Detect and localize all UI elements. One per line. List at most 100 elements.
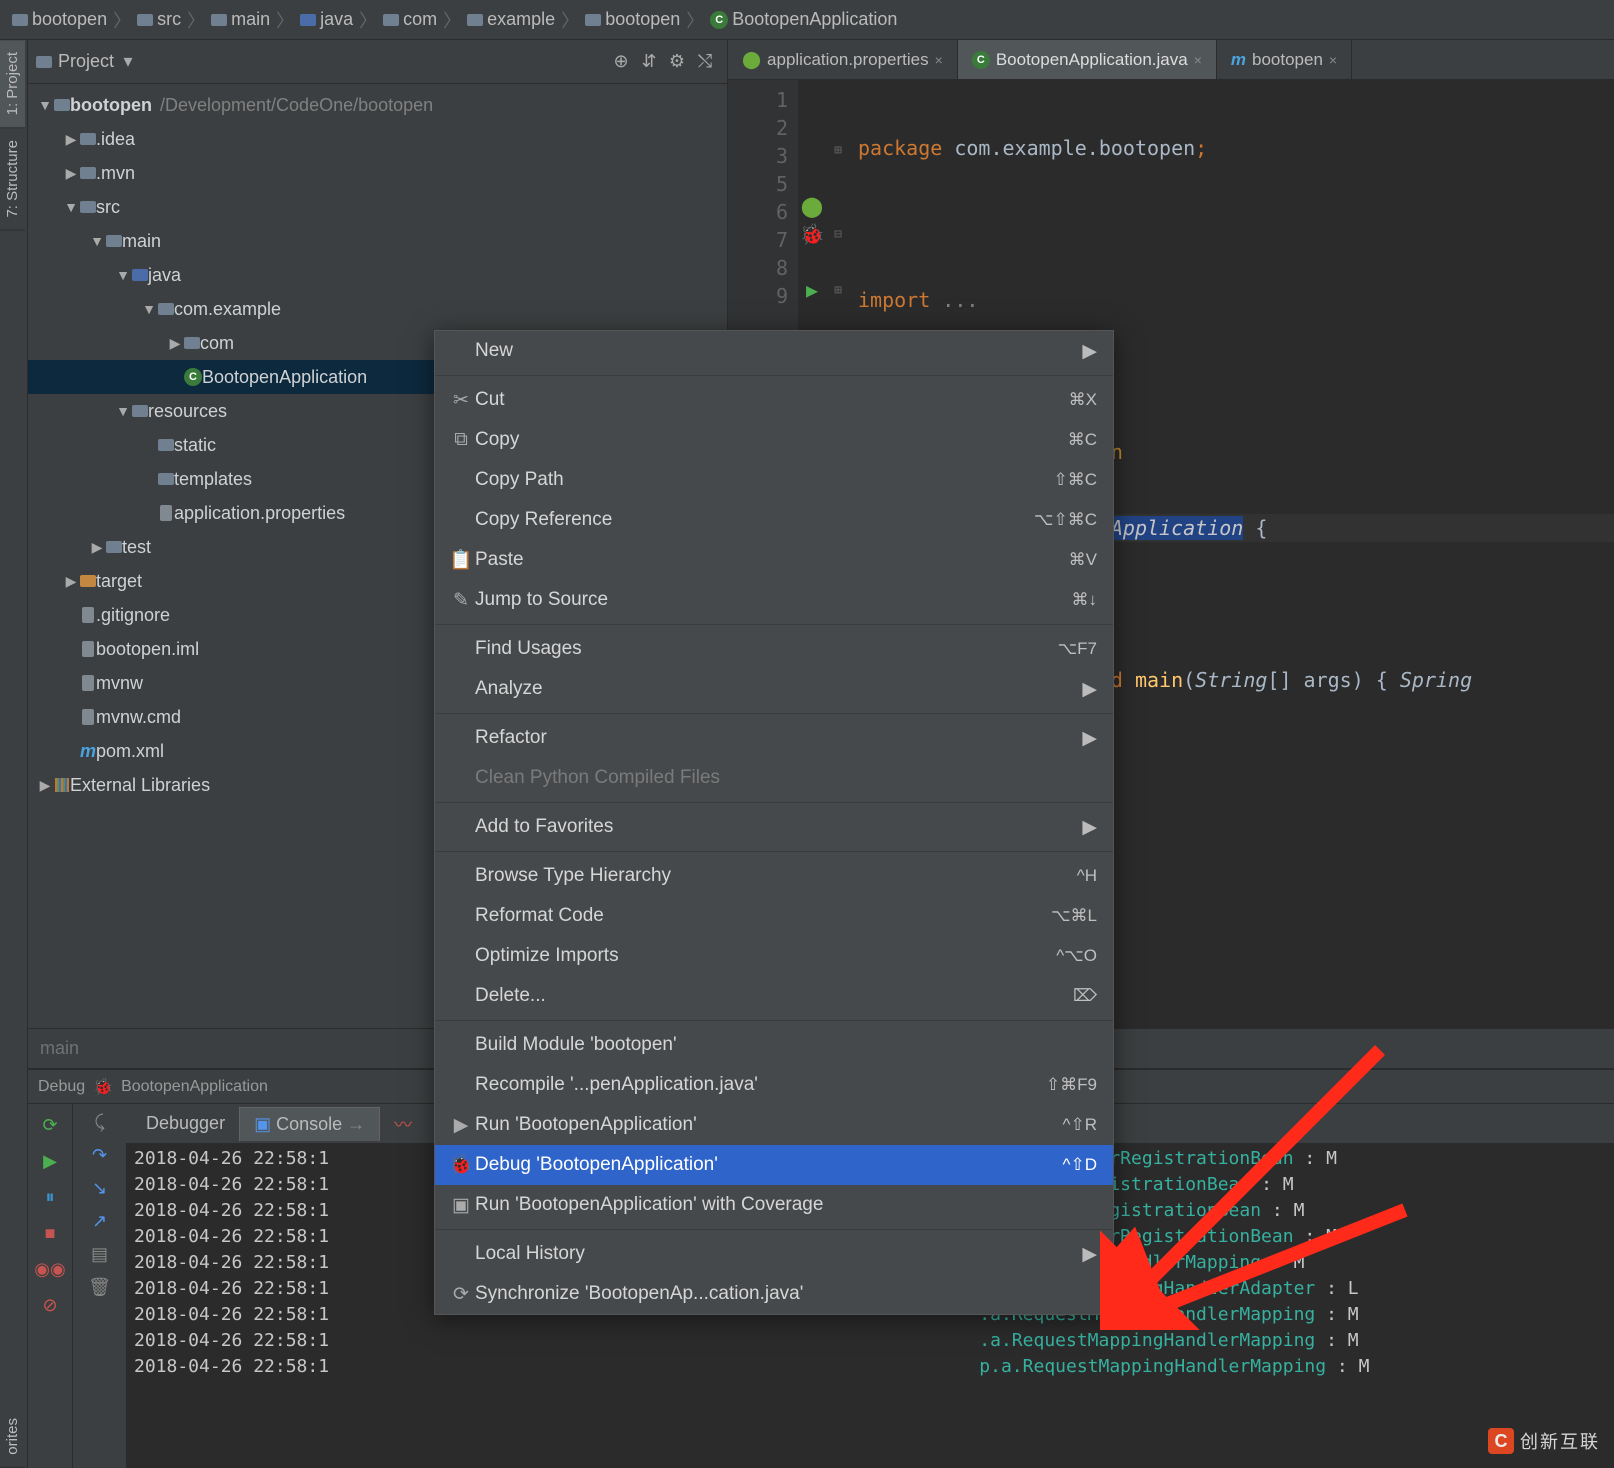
folder-icon <box>137 12 153 28</box>
menu-item[interactable]: ⟳Synchronize 'BootopenAp...cation.java' <box>435 1274 1113 1314</box>
crumb-class[interactable]: BootopenApplication <box>706 9 901 30</box>
step-out-icon[interactable]: ↗ <box>92 1211 107 1232</box>
hide-icon[interactable]: ⤭ <box>691 51 719 72</box>
rerun-icon[interactable]: ⟳ <box>37 1112 63 1138</box>
folder-icon <box>300 12 316 28</box>
jump-icon: ✎ <box>447 589 475 612</box>
chevron-right-icon: 〉 <box>357 7 379 33</box>
run-gutter-icon[interactable]: ▶ <box>798 276 826 304</box>
menu-item[interactable]: Build Module 'bootopen' <box>435 1025 1113 1065</box>
gear-icon[interactable]: ⚙ <box>663 51 691 72</box>
menu-item: Clean Python Compiled Files <box>435 758 1113 798</box>
menu-item[interactable]: Reformat Code⌥⌘L <box>435 896 1113 936</box>
editor-tabs: ⬤application.properties×BootopenApplicat… <box>728 40 1614 80</box>
class-icon <box>972 51 990 69</box>
chevron-right-icon: 〉 <box>441 7 463 33</box>
debug-step-toolbar: ⤹ ↷ ↘ ↗ ▤ 🗑 <box>72 1104 126 1468</box>
tree-item[interactable]: ▼ src <box>28 190 727 224</box>
maven-icon: m <box>1231 50 1246 70</box>
crumb-main[interactable]: main <box>207 9 274 30</box>
menu-item[interactable]: Find Usages⌥F7 <box>435 629 1113 669</box>
menu-item[interactable]: Local History▶ <box>435 1234 1113 1274</box>
menu-item[interactable]: ⧉Copy⌘C <box>435 420 1113 460</box>
trash-icon[interactable]: 🗑 <box>88 1277 111 1298</box>
show-exec-icon[interactable]: ⤹ <box>94 1112 105 1133</box>
menu-item[interactable]: Add to Favorites▶ <box>435 807 1113 847</box>
close-icon[interactable]: × <box>1194 52 1202 68</box>
debug-icon: 🐞 <box>93 1077 113 1097</box>
log-line: 2018-04-26 22:58:1 .a.RequestMappingHand… <box>134 1328 1606 1354</box>
editor-tab[interactable]: ⬤application.properties× <box>728 40 958 79</box>
menu-item[interactable]: 🐞Debug 'BootopenApplication'^⇧D <box>435 1145 1113 1185</box>
class-icon <box>710 11 728 29</box>
tab-debugger[interactable]: Debugger <box>132 1107 239 1140</box>
class-gutter-icon[interactable]: 🐞 <box>798 220 826 248</box>
chevron-right-icon: 〉 <box>111 7 133 33</box>
locate-icon[interactable]: ⊕ <box>607 51 635 72</box>
menu-item[interactable]: Recompile '...penApplication.java'⇧⌘F9 <box>435 1065 1113 1105</box>
menu-item[interactable]: Copy Reference⌥⇧⌘C <box>435 500 1113 540</box>
menu-item[interactable]: Copy Path⇧⌘C <box>435 460 1113 500</box>
crumb-java[interactable]: java <box>296 9 357 30</box>
close-icon[interactable]: × <box>935 52 943 68</box>
folder-icon <box>211 12 227 28</box>
menu-item[interactable]: ✂Cut⌘X <box>435 380 1113 420</box>
project-panel-header: Project ▾ ⊕ ⇵ ⚙ ⤭ <box>28 40 727 84</box>
editor-tab[interactable]: BootopenApplication.java× <box>958 40 1217 79</box>
tree-item[interactable]: ▶ .mvn <box>28 156 727 190</box>
frames-icon[interactable]: ▤ <box>91 1244 108 1265</box>
menu-item[interactable]: ✎Jump to Source⌘↓ <box>435 580 1113 620</box>
menu-item[interactable]: Optimize Imports^⌥O <box>435 936 1113 976</box>
step-over-icon[interactable]: ↷ <box>92 1145 107 1166</box>
logo-icon: C <box>1488 1428 1514 1454</box>
endpoints-icon[interactable]: 〰 <box>380 1105 426 1143</box>
menu-item[interactable]: Analyze▶ <box>435 669 1113 709</box>
copy-icon: ⧉ <box>447 429 475 451</box>
tree-item[interactable]: ▼ main <box>28 224 727 258</box>
paste-icon: 📋 <box>447 548 475 572</box>
fold-icon[interactable]: ⊟ <box>828 220 848 248</box>
crumb-root[interactable]: bootopen <box>8 9 111 30</box>
stop-icon[interactable]: ■ <box>37 1220 63 1246</box>
tree-item[interactable]: ▼ java <box>28 258 727 292</box>
watermark: C 创新互联 <box>1488 1428 1600 1454</box>
chevron-right-icon: 〉 <box>274 7 296 33</box>
tab-console[interactable]: ▣ Console → <box>239 1107 380 1141</box>
tree-item[interactable]: ▼ com.example <box>28 292 727 326</box>
tree-root[interactable]: ▼ bootopen/Development/CodeOne/bootopen <box>28 88 727 122</box>
view-breakpoints-icon[interactable]: ◉◉ <box>37 1256 63 1282</box>
crumb-bootopen[interactable]: bootopen <box>581 9 684 30</box>
menu-item[interactable]: Browse Type Hierarchy^H <box>435 856 1113 896</box>
menu-item[interactable]: ▣Run 'BootopenApplication' with Coverage <box>435 1185 1113 1225</box>
sidebar-tab-project[interactable]: 1: Project <box>0 40 25 128</box>
menu-item[interactable]: Delete...⌦ <box>435 976 1113 1016</box>
mute-breakpoints-icon[interactable]: ⊘ <box>37 1292 63 1318</box>
tree-item[interactable]: ▶ .idea <box>28 122 727 156</box>
folder-icon <box>12 12 28 28</box>
editor-tab[interactable]: mbootopen× <box>1217 40 1352 79</box>
pause-icon[interactable]: ⏸ <box>37 1184 63 1210</box>
chevron-right-icon: 〉 <box>684 7 706 33</box>
step-into-icon[interactable]: ↘ <box>92 1178 107 1199</box>
spring-icon: ⬤ <box>742 50 761 70</box>
menu-item[interactable]: ▶Run 'BootopenApplication'^⇧R <box>435 1105 1113 1145</box>
spring-icon[interactable]: ⬤ <box>798 192 826 220</box>
package-icon <box>467 12 483 28</box>
crumb-com[interactable]: com <box>379 9 441 30</box>
debug-toolbar: ⟳ ▶ ⏸ ■ ◉◉ ⊘ <box>28 1104 72 1468</box>
fold-icon[interactable]: ⊞ <box>828 136 848 164</box>
package-icon <box>383 12 399 28</box>
crumb-src[interactable]: src <box>133 9 185 30</box>
menu-item[interactable]: 📋Paste⌘V <box>435 540 1113 580</box>
menu-item[interactable]: New▶ <box>435 331 1113 371</box>
sidebar-tab-structure[interactable]: 7: Structure <box>0 128 25 231</box>
fold-icon[interactable]: ⊞ <box>828 276 848 304</box>
chevron-down-icon[interactable]: ▾ <box>114 51 142 72</box>
sidebar-tab-favorites[interactable]: orites <box>0 1406 25 1468</box>
collapse-icon[interactable]: ⇵ <box>635 51 663 72</box>
crumb-example[interactable]: example <box>463 9 559 30</box>
close-icon[interactable]: × <box>1329 52 1337 68</box>
debug-icon: 🐞 <box>447 1153 475 1177</box>
resume-icon[interactable]: ▶ <box>37 1148 63 1174</box>
menu-item[interactable]: Refactor▶ <box>435 718 1113 758</box>
